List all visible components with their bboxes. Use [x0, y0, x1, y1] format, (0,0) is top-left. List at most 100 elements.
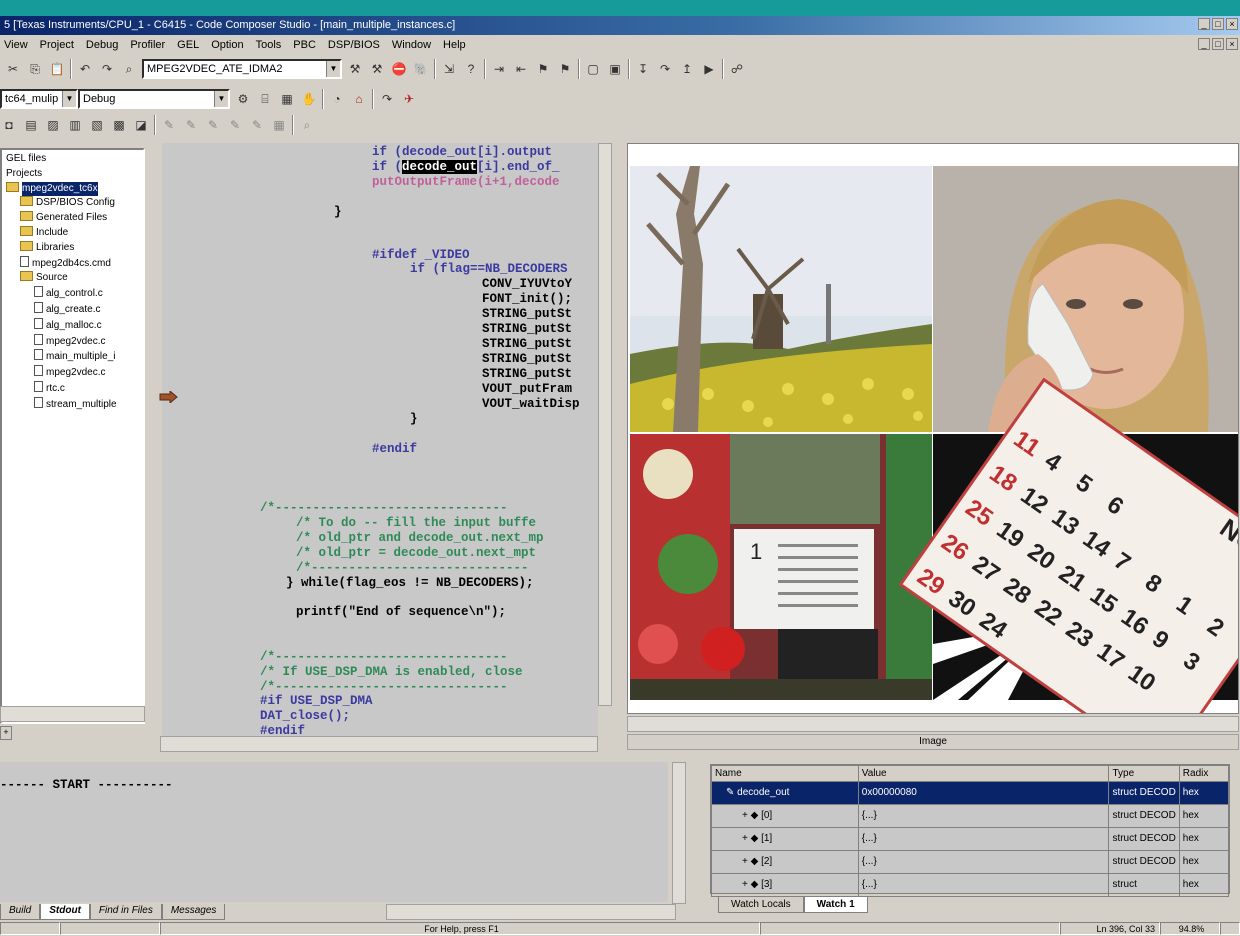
cut-icon[interactable]: ✂ — [4, 60, 22, 78]
disassembly-icon[interactable]: ▥ — [66, 116, 84, 134]
chart-icon[interactable]: ◪ — [132, 116, 150, 134]
build-icon[interactable]: ⚒ — [346, 60, 364, 78]
code-editor[interactable]: if (decode_out[i].output if (decode_out[i… — [162, 143, 598, 736]
window2-icon[interactable]: ▣ — [606, 60, 624, 78]
run-to-cursor-icon[interactable]: ✈ — [400, 90, 418, 108]
registers-icon[interactable]: ▤ — [22, 116, 40, 134]
step-out-icon[interactable]: ↥ — [678, 60, 696, 78]
undo-icon[interactable]: ↶ — [76, 60, 94, 78]
watch-tab-watch-locals[interactable]: Watch Locals — [718, 896, 804, 913]
menu-item-debug[interactable]: Debug — [86, 36, 118, 54]
profile-range-icon[interactable]: ✎ — [182, 116, 200, 134]
mdi-minimize-button[interactable]: _ — [1198, 38, 1210, 50]
menu-item-view[interactable]: View — [4, 36, 28, 54]
breakpoint-icon[interactable]: ◔ — [328, 90, 346, 108]
menu-item-option[interactable]: Option — [211, 36, 243, 54]
profile-loop-icon[interactable]: ✎ — [226, 116, 244, 134]
tree-item[interactable]: alg_malloc.c — [2, 317, 143, 334]
build-config-combo[interactable]: Debug ▼ — [78, 89, 230, 109]
probe-icon[interactable]: ↷ — [378, 90, 396, 108]
mdi-maximize-button[interactable]: □ — [1212, 38, 1224, 50]
tree-item[interactable]: mpeg2vdec.c — [2, 333, 143, 350]
graph-icon[interactable]: ▨ — [44, 116, 62, 134]
find-icon[interactable]: ⌕ — [120, 60, 138, 78]
project-combo[interactable]: tc64_mulip ▼ — [0, 89, 78, 109]
profile-table-icon[interactable]: ▦ — [270, 116, 288, 134]
chevron-down-icon[interactable]: ▼ — [62, 91, 76, 107]
output-tab-build[interactable]: Build — [0, 904, 41, 920]
paste-icon[interactable]: 📋 — [48, 60, 66, 78]
menu-item-dsp-bios[interactable]: DSP/BIOS — [328, 36, 380, 54]
code-horizontal-scrollbar[interactable] — [160, 736, 598, 752]
tree-item[interactable]: alg_create.c — [2, 301, 143, 318]
rebuild-icon[interactable]: ⚒ — [368, 60, 386, 78]
tree-item[interactable]: rtc.c — [2, 380, 143, 397]
rebuild-all-icon[interactable]: ▦ — [278, 90, 296, 108]
watch-row[interactable]: + ◆ [0] {...} struct DECOD hex — [711, 804, 1230, 828]
output-horizontal-scrollbar[interactable] — [386, 904, 676, 920]
menu-item-pbc[interactable]: PBC — [293, 36, 316, 54]
close-button[interactable]: × — [1226, 18, 1238, 30]
tree-item[interactable]: DSP/BIOS Config — [2, 196, 143, 211]
watch-header-type[interactable]: Type — [1108, 765, 1180, 782]
tree-item[interactable]: Libraries — [2, 240, 143, 256]
watch-row[interactable]: + ◆ [1] {...} struct DECOD hex — [711, 827, 1230, 851]
tree-expand-icon[interactable]: + — [0, 726, 12, 740]
output-tab-stdout[interactable]: Stdout — [40, 904, 90, 920]
watch-icon[interactable]: ☍ — [728, 60, 746, 78]
window-icon[interactable]: ▢ — [584, 60, 602, 78]
outdent-icon[interactable]: ⇤ — [512, 60, 530, 78]
bookmark-icon[interactable]: ⚑ — [534, 60, 552, 78]
output-tab-messages[interactable]: Messages — [161, 904, 226, 920]
menu-item-project[interactable]: Project — [40, 36, 74, 54]
minimize-button[interactable]: _ — [1198, 18, 1210, 30]
tree-item[interactable]: stream_multiple — [2, 396, 143, 413]
tree-item[interactable]: Source — [2, 271, 143, 286]
watch-tab-watch-1[interactable]: Watch 1 — [803, 896, 868, 913]
tree-item[interactable]: mpeg2db4cs.cmd — [2, 255, 143, 272]
stop-build-icon[interactable]: ⛔ — [390, 60, 408, 78]
tree-horizontal-scrollbar[interactable] — [0, 706, 145, 722]
tree-item[interactable]: Include — [2, 225, 143, 241]
config-combo[interactable]: MPEG2VDEC_ATE_IDMA2 ▼ — [142, 59, 342, 79]
compile-icon[interactable]: ⚙ — [234, 90, 252, 108]
watch-window-icon[interactable]: ▧ — [88, 116, 106, 134]
run-icon[interactable]: ▶ — [700, 60, 718, 78]
tree-item[interactable]: mpeg2vdec_tc6x — [2, 181, 143, 197]
animal-icon[interactable]: 🐘 — [412, 60, 430, 78]
profile-function-icon[interactable]: ✎ — [204, 116, 222, 134]
tree-item[interactable]: Projects — [2, 167, 143, 182]
watch-header-value[interactable]: Value — [857, 765, 1110, 782]
profile-icon[interactable]: ✎ — [160, 116, 178, 134]
step-icon[interactable]: ⇲ — [440, 60, 458, 78]
menu-item-help[interactable]: Help — [443, 36, 466, 54]
home-icon[interactable]: ⌂ — [350, 90, 368, 108]
output-vertical-scrollbar[interactable] — [672, 762, 686, 904]
tree-item[interactable]: Generated Files — [2, 211, 143, 226]
menu-item-profiler[interactable]: Profiler — [130, 36, 165, 54]
maximize-button[interactable]: □ — [1212, 18, 1224, 30]
bookmark-next-icon[interactable]: ⚑ — [556, 60, 574, 78]
tree-item[interactable]: GEL files — [2, 152, 143, 167]
chevron-down-icon[interactable]: ▼ — [214, 91, 228, 107]
help-pointer-icon[interactable]: ? — [462, 60, 480, 78]
menu-item-gel[interactable]: GEL — [177, 36, 199, 54]
code-vertical-scrollbar[interactable] — [598, 143, 612, 706]
step-into-icon[interactable]: ↧ — [634, 60, 652, 78]
redo-icon[interactable]: ↷ — [98, 60, 116, 78]
step-over-icon[interactable]: ↷ — [656, 60, 674, 78]
copy-icon[interactable]: ⎘ — [26, 60, 44, 78]
output-tab-find-in-files[interactable]: Find in Files — [89, 904, 162, 920]
watch-header-name[interactable]: Name — [711, 765, 859, 782]
watch-row[interactable]: + ◆ [3] {...} struct hex — [711, 873, 1230, 897]
project-tree[interactable]: GEL files Projects mpeg2vdec_tc6x DSP/BIOS … — [0, 148, 145, 724]
tree-item[interactable]: mpeg2vdec.c — [2, 365, 143, 381]
indent-icon[interactable]: ⇥ — [490, 60, 508, 78]
menu-item-tools[interactable]: Tools — [256, 36, 282, 54]
profile-setup-icon[interactable]: ✎ — [248, 116, 266, 134]
tree-item[interactable]: main_multiple_i — [2, 349, 143, 365]
image-horizontal-scrollbar[interactable] — [627, 716, 1239, 732]
incremental-build-icon[interactable]: ⌸ — [256, 90, 274, 108]
tree-item[interactable]: alg_control.c — [2, 286, 143, 302]
watch-window[interactable]: Name Value Type Radix ✎ decode_out 0x0000008… — [710, 764, 1230, 897]
